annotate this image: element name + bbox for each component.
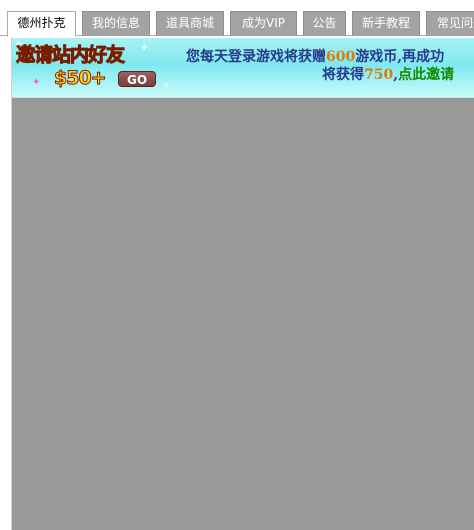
invite-reward-number: 750 bbox=[364, 67, 394, 83]
daily-login-message: 您每天登录游戏将获赠600游戏币,再成功 bbox=[186, 49, 444, 66]
game-content-area bbox=[12, 98, 474, 530]
invite-reward-amount: $50+ bbox=[54, 67, 108, 90]
tab-faq[interactable]: 常见问题 bbox=[426, 11, 474, 36]
login-reward-number: 600 bbox=[326, 49, 356, 65]
tab-texas-poker[interactable]: 德州扑克 bbox=[7, 11, 76, 37]
tab-announcements[interactable]: 公告 bbox=[303, 11, 346, 36]
invite-link[interactable]: 点此邀请 bbox=[398, 67, 454, 83]
message-text: 您每天登录游戏将获赠 bbox=[186, 49, 326, 65]
invite-title: 邀请站内好友 bbox=[15, 44, 125, 67]
message-text: 将获得 bbox=[322, 67, 364, 83]
invite-friends-banner[interactable]: ✦ ✦ ✦ ✧ 邀请站内好友 $50+ GO 您每天登录游戏将获赠600游戏币,… bbox=[12, 38, 474, 98]
sparkle-icon: ✦ bbox=[140, 43, 149, 54]
tab-item-shop[interactable]: 道具商城 bbox=[156, 11, 224, 36]
tab-bar: 德州扑克 我的信息 道具商城 成为VIP 公告 新手教程 常见问题 bbox=[0, 0, 474, 37]
invite-reward-message: 将获得750,点此邀请 bbox=[322, 67, 454, 84]
tab-become-vip[interactable]: 成为VIP bbox=[230, 11, 297, 36]
go-button[interactable]: GO bbox=[118, 71, 156, 87]
sparkle-icon: ✧ bbox=[162, 81, 171, 92]
sparkle-icon: ✦ bbox=[32, 77, 41, 88]
tab-my-info[interactable]: 我的信息 bbox=[82, 11, 150, 36]
tab-beginner-tutorial[interactable]: 新手教程 bbox=[352, 11, 420, 36]
message-text: 游戏币,再成功 bbox=[355, 49, 445, 65]
